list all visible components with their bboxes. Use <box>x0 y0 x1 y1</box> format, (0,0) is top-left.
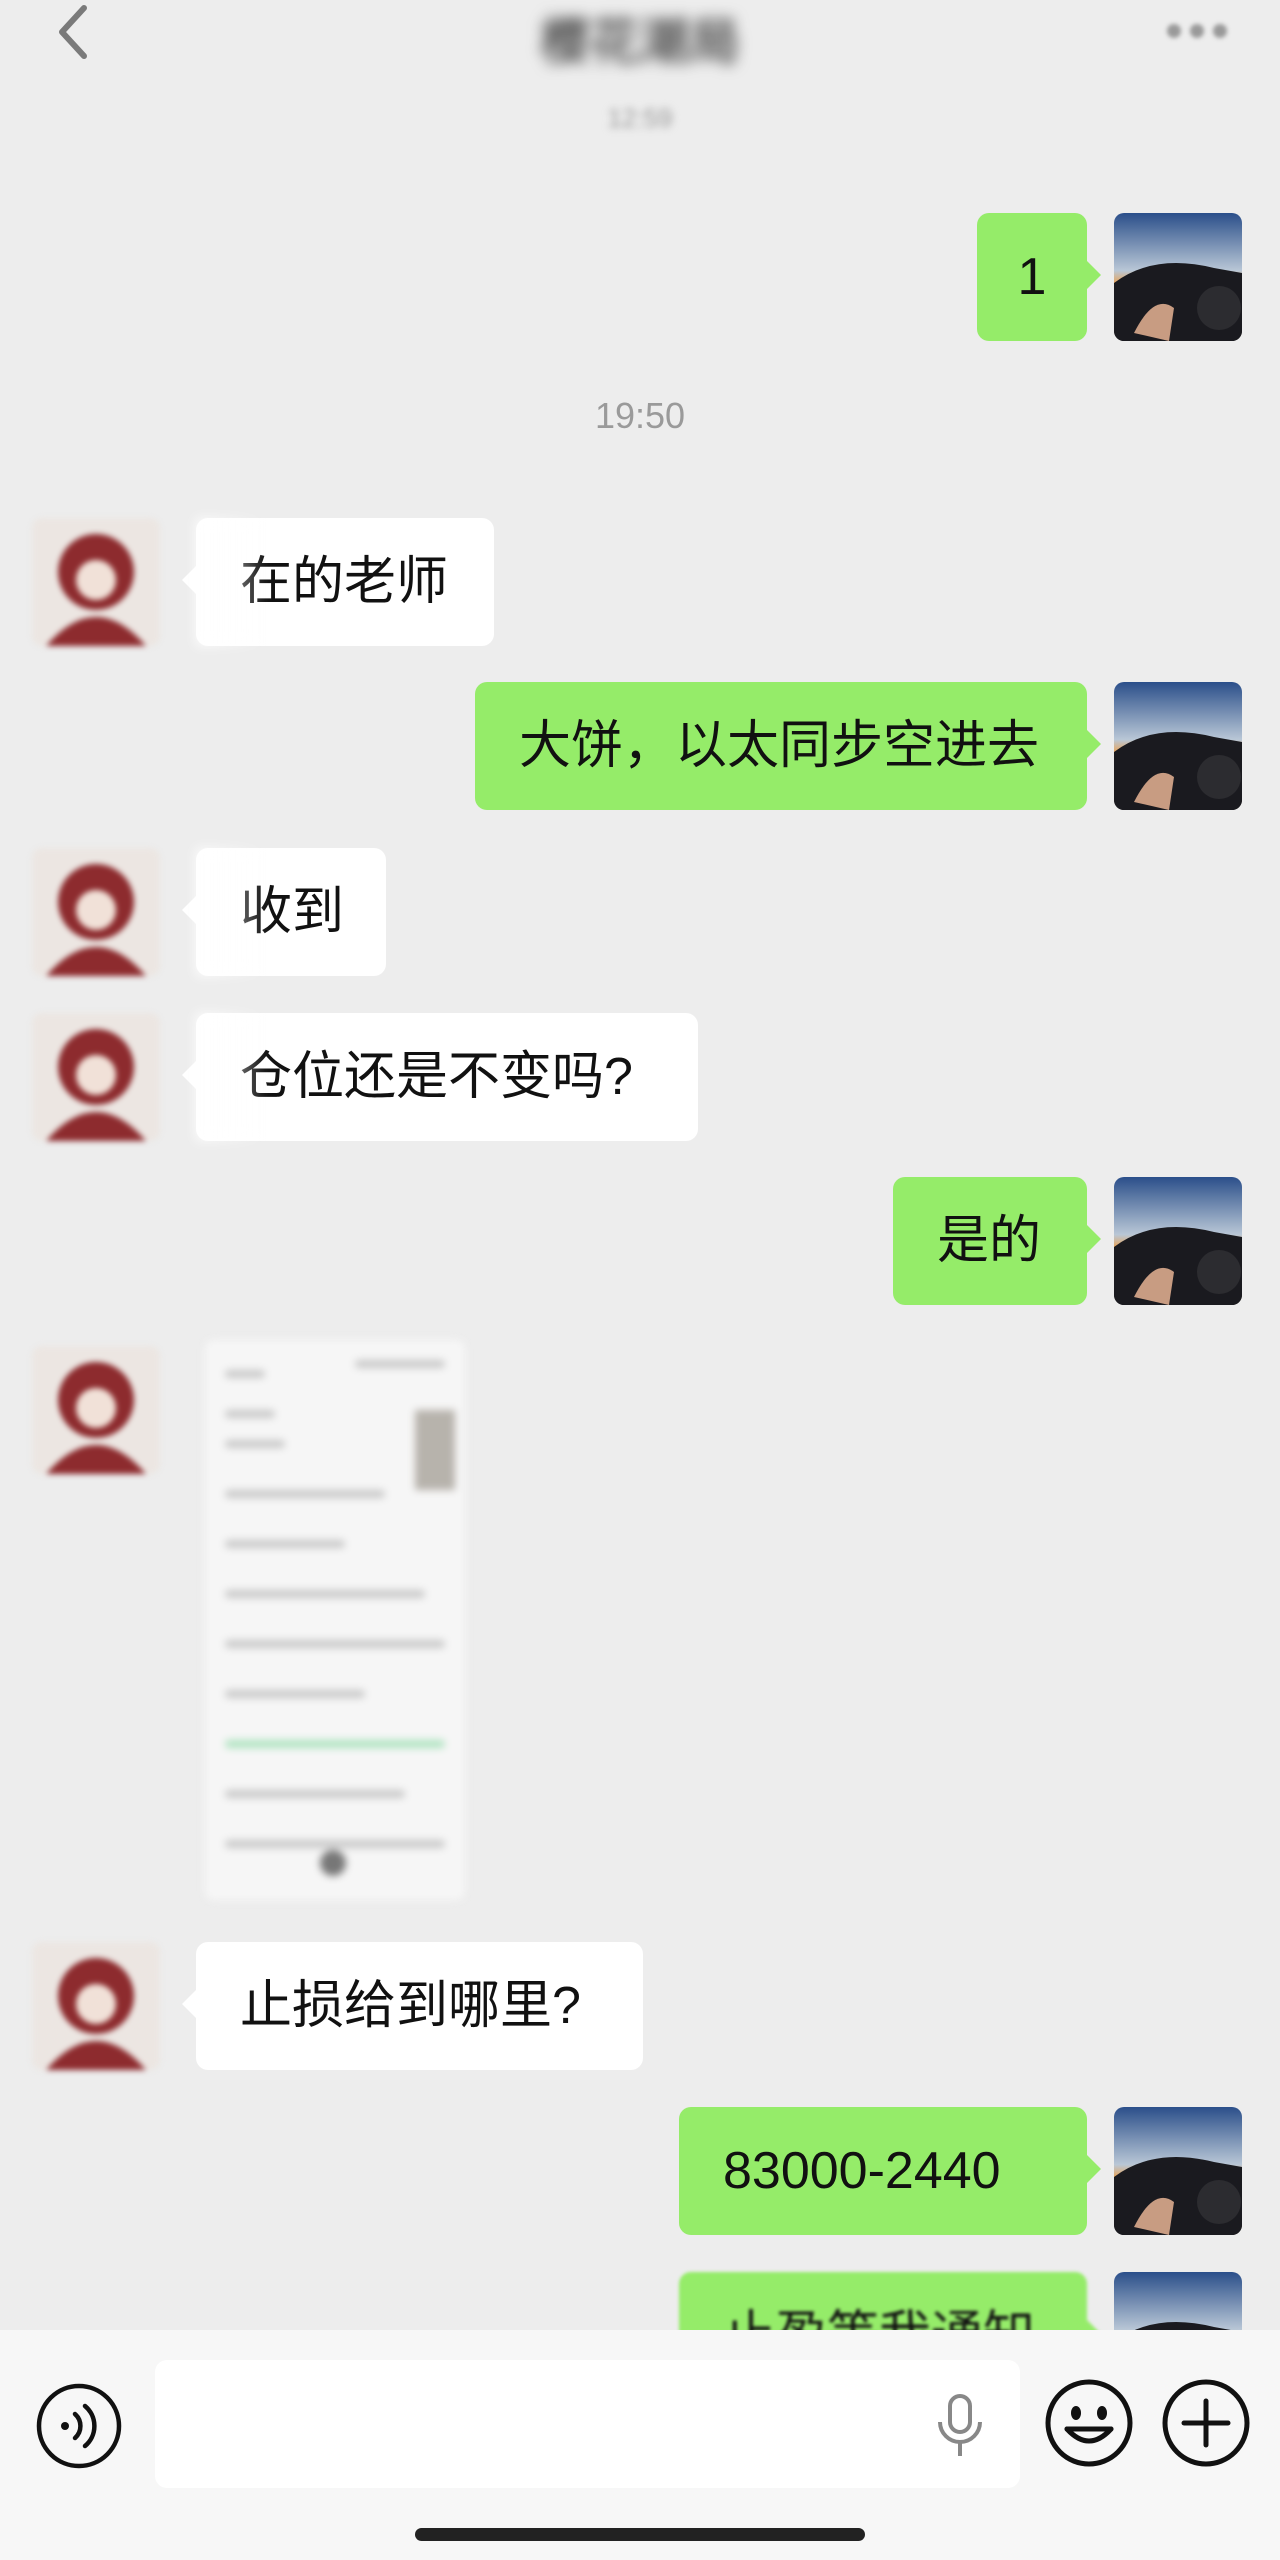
avatar[interactable] <box>32 1013 160 1141</box>
avatar[interactable] <box>32 848 160 976</box>
avatar[interactable] <box>1114 2107 1242 2235</box>
message-bubble-mine[interactable]: 是的 <box>893 1177 1101 1305</box>
avatar[interactable] <box>1114 213 1242 341</box>
message-bubble-mine[interactable]: 83000-2440 <box>679 2107 1101 2235</box>
avatar[interactable] <box>1114 1177 1242 1305</box>
voice-icon[interactable] <box>35 2382 123 2470</box>
message-bubble-theirs[interactable]: 仓位还是不变吗? <box>182 1013 698 1141</box>
message-bubble-theirs[interactable]: 止损给到哪里? <box>182 1942 643 2070</box>
message-bubble-theirs[interactable]: 在的老师 <box>182 518 494 646</box>
home-indicator[interactable] <box>415 2528 865 2541</box>
avatar[interactable] <box>32 1346 160 1474</box>
message-bubble-mine[interactable]: 大饼，以太同步空进去 <box>475 682 1101 810</box>
chat-title: 樱花潮局 <box>540 14 740 70</box>
avatar[interactable] <box>32 1942 160 2070</box>
timestamp: 19:50 <box>594 395 686 436</box>
image-message[interactable] <box>205 1340 465 1900</box>
message-input[interactable] <box>155 2360 1020 2488</box>
ellipsis-icon[interactable] <box>1162 16 1232 46</box>
input-bar <box>0 2330 1280 2560</box>
microphone-icon[interactable] <box>930 2392 990 2462</box>
avatar[interactable] <box>1114 682 1242 810</box>
avatar[interactable] <box>32 518 160 646</box>
emoji-icon[interactable] <box>1043 2377 1135 2469</box>
timestamp: 12:59 <box>607 103 673 133</box>
message-bubble-mine[interactable]: 1 <box>977 213 1101 341</box>
message-bubble-theirs[interactable]: 收到 <box>182 848 386 976</box>
plus-icon[interactable] <box>1160 2377 1252 2469</box>
chat-header: 樱花潮局 <box>0 0 1280 70</box>
